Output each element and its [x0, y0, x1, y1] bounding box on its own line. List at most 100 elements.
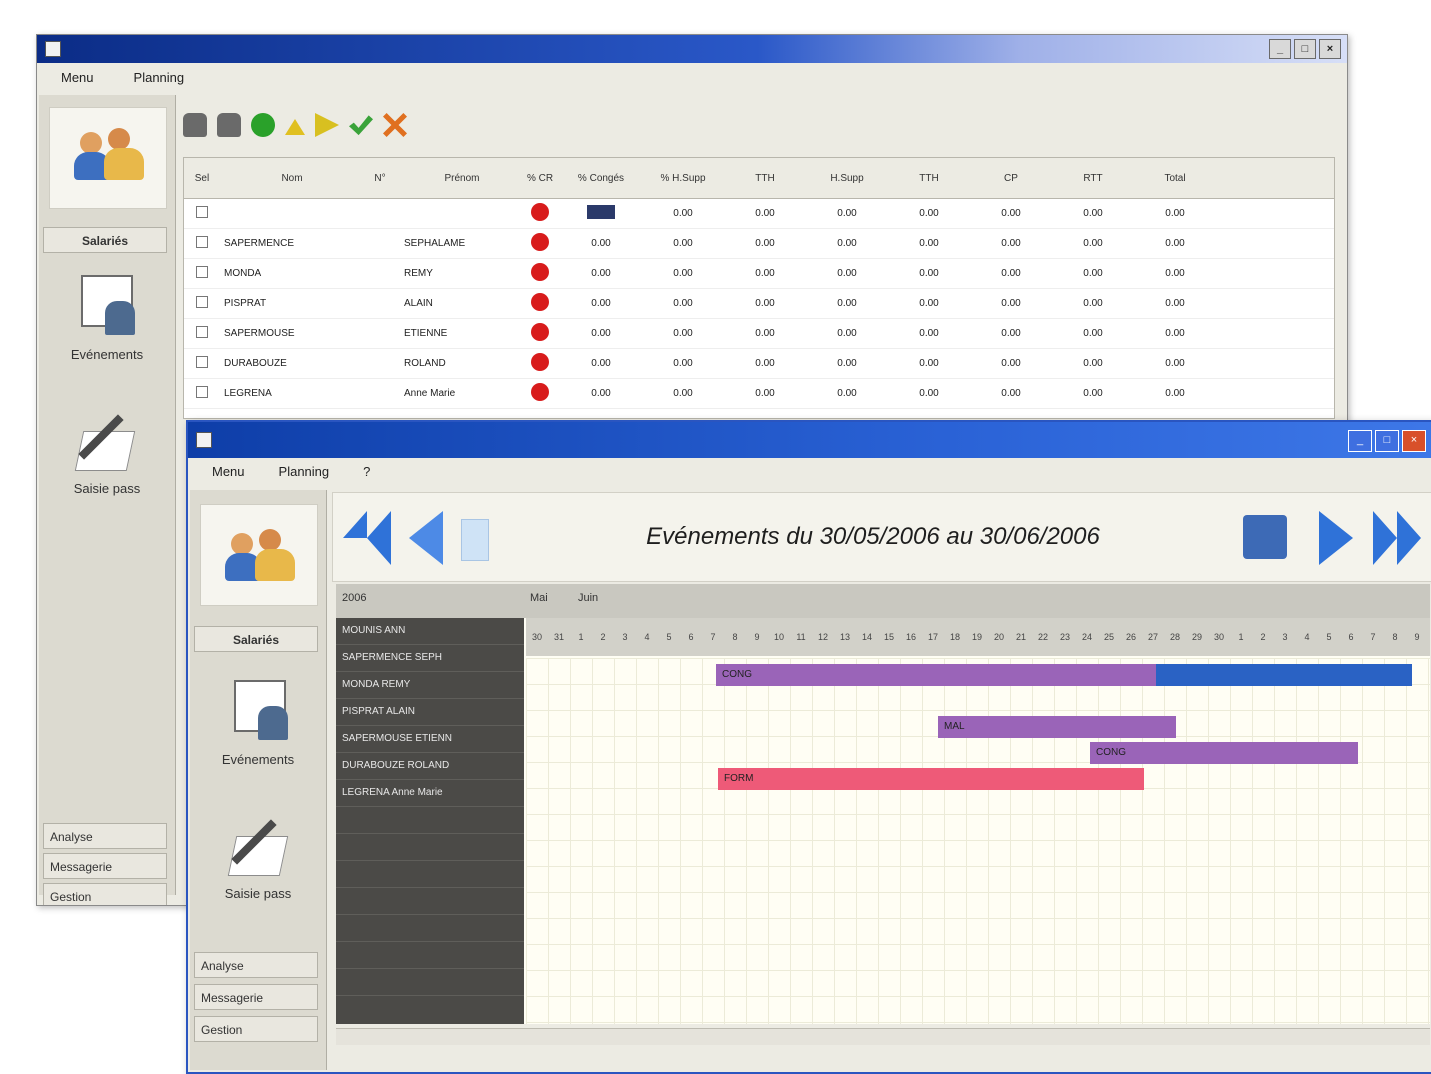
- tab-gestion[interactable]: Gestion: [43, 883, 167, 905]
- column-header[interactable]: TTH: [724, 173, 806, 184]
- minimize-button[interactable]: _: [1269, 39, 1291, 59]
- pen-icon[interactable]: [224, 810, 294, 880]
- resource-row[interactable]: MONDA REMY: [336, 672, 524, 699]
- first-period-icon[interactable]: [343, 511, 391, 565]
- resource-row[interactable]: LEGRENA Anne Marie: [336, 780, 524, 807]
- menu-item-menu[interactable]: Menu: [61, 70, 94, 85]
- planning-grid[interactable]: CONG MAL CONG FORM: [526, 658, 1430, 1024]
- column-header[interactable]: Nom: [220, 173, 360, 184]
- column-header[interactable]: H.Supp: [806, 173, 888, 184]
- resource-row[interactable]: [336, 969, 524, 996]
- add-person-icon[interactable]: [183, 113, 207, 137]
- column-header[interactable]: Sel: [184, 173, 220, 184]
- event-bar[interactable]: CONG: [716, 664, 1156, 686]
- horizontal-scrollbar[interactable]: [336, 1028, 1430, 1045]
- cell-value: 0.00: [673, 208, 693, 219]
- row-checkbox[interactable]: [184, 326, 220, 341]
- nav-salaries-label[interactable]: Salariés: [43, 227, 167, 253]
- resource-row[interactable]: [336, 807, 524, 834]
- event-bar[interactable]: FORM: [718, 768, 1144, 790]
- column-header[interactable]: N°: [360, 173, 400, 184]
- calendar-person-icon[interactable]: [224, 680, 294, 744]
- column-header[interactable]: TTH: [888, 173, 970, 184]
- cell-value: 0.00: [673, 358, 693, 369]
- menu-item-planning[interactable]: Planning: [279, 464, 330, 479]
- resource-row[interactable]: DURABOUZE ROLAND: [336, 753, 524, 780]
- tab-analyse[interactable]: Analyse: [194, 952, 318, 978]
- cell-value: 0.00: [755, 328, 775, 339]
- menu-item-planning[interactable]: Planning: [134, 70, 185, 85]
- tab-messagerie[interactable]: Messagerie: [43, 853, 167, 879]
- resource-row[interactable]: SAPERMENCE SEPH: [336, 645, 524, 672]
- nav-events-label[interactable]: Evénements: [190, 752, 326, 767]
- maximize-button[interactable]: □: [1375, 430, 1399, 452]
- previous-period-icon[interactable]: [409, 511, 443, 565]
- year-label: 2006: [342, 592, 367, 604]
- column-header[interactable]: RTT: [1052, 173, 1134, 184]
- row-checkbox[interactable]: [184, 356, 220, 371]
- column-header[interactable]: Total: [1134, 173, 1216, 184]
- nav-salaries[interactable]: [49, 107, 167, 209]
- cell-value: 0.00: [1001, 388, 1021, 399]
- cell-prenom: ALAIN: [404, 298, 433, 309]
- table-row[interactable]: PISPRAT ALAIN 0.00 0.00 0.00 0.00 0.00 0.00 0.00…: [184, 289, 1334, 319]
- table-row[interactable]: MONDA REMY 0.00 0.00 0.00 0.00 0.00 0.00 0.00 0.0…: [184, 259, 1334, 289]
- row-checkbox[interactable]: [184, 206, 220, 221]
- maximize-button[interactable]: □: [1294, 39, 1316, 59]
- table-row[interactable]: LEGRENA Anne Marie 0.00 0.00 0.00 0.00 0.00 0.0…: [184, 379, 1334, 409]
- table-row[interactable]: SAPERMOUSE ETIENNE 0.00 0.00 0.00 0.00 0.00 0.0…: [184, 319, 1334, 349]
- resource-row[interactable]: [336, 942, 524, 969]
- column-header[interactable]: % CR: [520, 173, 560, 184]
- event-bar[interactable]: MAL: [938, 716, 1176, 738]
- play-icon[interactable]: [315, 113, 339, 137]
- cancel-icon[interactable]: [383, 113, 407, 137]
- table-row[interactable]: DURABOUZE ROLAND 0.00 0.00 0.00 0.00 0.00 0.00 0…: [184, 349, 1334, 379]
- calendar-icon[interactable]: [1243, 515, 1287, 559]
- next-period-icon[interactable]: [1319, 511, 1353, 565]
- event-bar[interactable]: CONG: [1090, 742, 1358, 764]
- last-period-icon[interactable]: [1373, 511, 1421, 565]
- column-header[interactable]: CP: [970, 173, 1052, 184]
- nav-salaries[interactable]: [200, 504, 318, 606]
- resource-row[interactable]: MOUNIS ANN: [336, 618, 524, 645]
- tab-messagerie[interactable]: Messagerie: [194, 984, 318, 1010]
- column-header[interactable]: % Congés: [560, 173, 642, 184]
- warning-icon[interactable]: [285, 119, 305, 135]
- column-header[interactable]: % H.Supp: [642, 173, 724, 184]
- table-row[interactable]: SAPERMENCE SEPHALAME 0.00 0.00 0.00 0.00 0.00 0…: [184, 229, 1334, 259]
- resource-row[interactable]: [336, 834, 524, 861]
- row-checkbox[interactable]: [184, 236, 220, 251]
- document-icon[interactable]: [461, 519, 489, 561]
- nav-other-label[interactable]: Saisie pass: [39, 481, 175, 496]
- minimize-button[interactable]: _: [1348, 430, 1372, 452]
- nav-salaries-label[interactable]: Salariés: [194, 626, 318, 652]
- tab-gestion[interactable]: Gestion: [194, 1016, 318, 1042]
- resource-row[interactable]: PISPRAT ALAIN: [336, 699, 524, 726]
- refresh-icon[interactable]: [251, 113, 275, 137]
- table-row[interactable]: 0.00 0.00 0.00 0.00 0.00 0.00 0.00: [184, 199, 1334, 229]
- close-button[interactable]: ×: [1319, 39, 1341, 59]
- menu-item-help[interactable]: ?: [363, 464, 370, 479]
- day-label: 16: [905, 632, 916, 642]
- cell-prenom: Anne Marie: [404, 388, 456, 399]
- check-icon[interactable]: [349, 115, 373, 136]
- resource-row[interactable]: SAPERMOUSE ETIENN: [336, 726, 524, 753]
- row-checkbox[interactable]: [184, 386, 220, 401]
- remove-person-icon[interactable]: [217, 113, 241, 137]
- cell-value[interactable]: [560, 205, 642, 222]
- nav-events-label[interactable]: Evénements: [39, 347, 175, 362]
- row-checkbox[interactable]: [184, 266, 220, 281]
- close-button[interactable]: ×: [1402, 430, 1426, 452]
- cell-value: 0.00: [919, 268, 939, 279]
- calendar-person-icon[interactable]: [71, 275, 141, 339]
- menu-item-menu[interactable]: Menu: [212, 464, 245, 479]
- column-header[interactable]: Prénom: [400, 173, 520, 184]
- resource-row[interactable]: [336, 861, 524, 888]
- event-bar[interactable]: [1156, 664, 1412, 686]
- row-checkbox[interactable]: [184, 296, 220, 311]
- nav-other-label[interactable]: Saisie pass: [190, 886, 326, 901]
- tab-analyse[interactable]: Analyse: [43, 823, 167, 849]
- resource-row[interactable]: [336, 888, 524, 915]
- pen-icon[interactable]: [71, 405, 141, 475]
- resource-row[interactable]: [336, 915, 524, 942]
